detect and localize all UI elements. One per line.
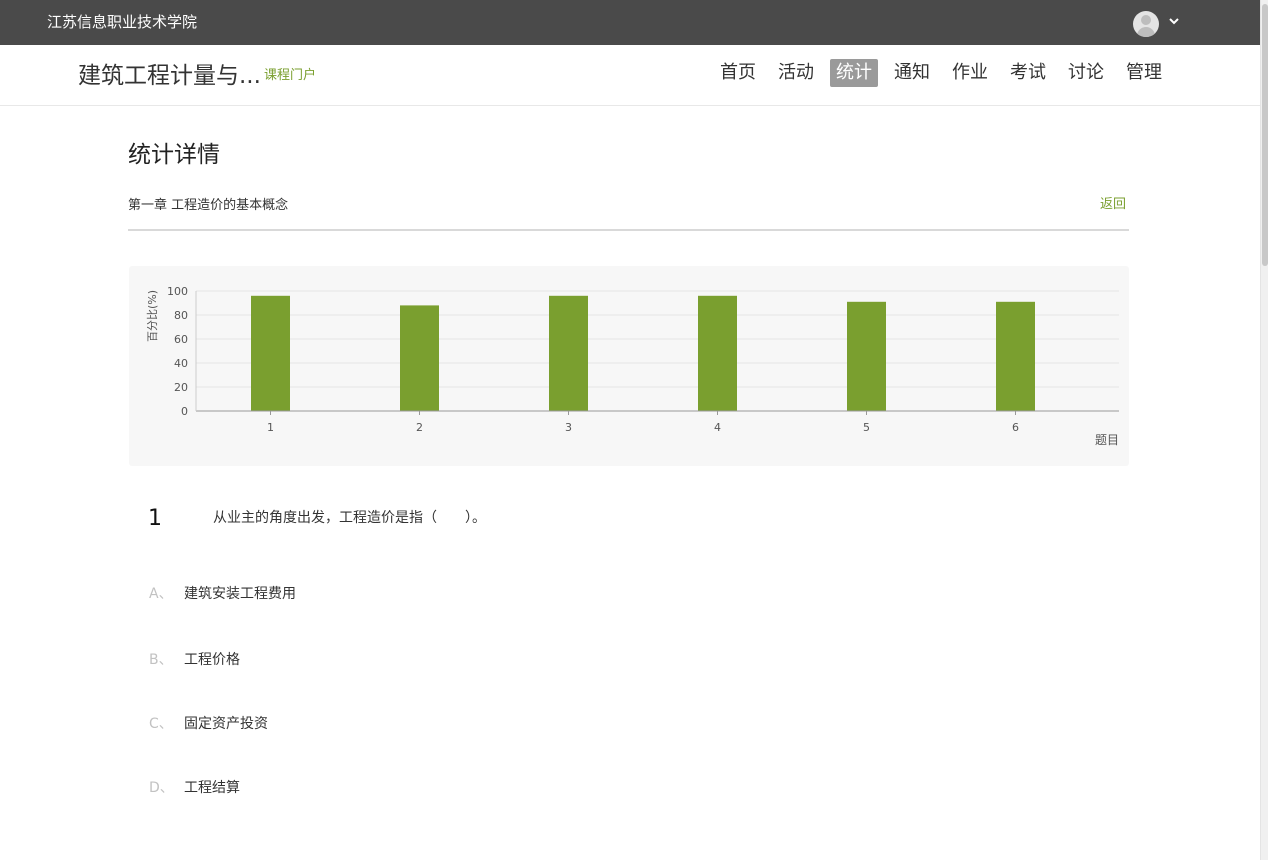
bar-question-3[interactable] [549, 295, 588, 411]
nav-item-homework[interactable]: 作业 [946, 59, 994, 87]
nav-item-home[interactable]: 首页 [714, 59, 762, 87]
option-letter: C、 [149, 716, 173, 732]
option-d[interactable]: D、 工程结算 [149, 778, 240, 798]
top-bar: 江苏信息职业技术学院 [0, 0, 1260, 45]
question-text: 从业主的角度出发，工程造价是指（ ）。 [213, 510, 486, 526]
statistics-chart: 0 20 40 60 80 100 1 2 3 4 5 6 百分比(%) 题目 [129, 266, 1129, 466]
course-title[interactable]: 建筑工程计量与... [78, 61, 261, 91]
option-letter: B、 [149, 652, 173, 668]
x-tick-label: 6 [1012, 421, 1019, 434]
x-tick-label: 4 [714, 421, 721, 434]
option-c[interactable]: C、 固定资产投资 [149, 714, 268, 734]
y-tick-label: 80 [174, 309, 188, 322]
y-tick-label: 100 [167, 285, 188, 298]
nav-item-activity[interactable]: 活动 [772, 59, 820, 87]
nav-item-discussion[interactable]: 讨论 [1062, 59, 1110, 87]
course-header: 建筑工程计量与... 课程门户 首页 活动 统计 通知 作业 考试 讨论 管理 [0, 45, 1260, 106]
option-text: 工程价格 [184, 652, 240, 668]
scrollbar-thumb[interactable] [1262, 4, 1268, 266]
chevron-down-icon[interactable] [1167, 14, 1181, 28]
chart-grid [196, 290, 1119, 388]
avatar-body [1137, 27, 1155, 37]
nav-item-notice[interactable]: 通知 [888, 59, 936, 87]
option-text: 固定资产投资 [184, 716, 268, 732]
main-nav: 首页 活动 统计 通知 作业 考试 讨论 管理 [714, 59, 1168, 87]
nav-item-statistics[interactable]: 统计 [830, 59, 878, 87]
back-link[interactable]: 返回 [1100, 196, 1126, 214]
bar-question-5[interactable] [847, 301, 886, 411]
x-tick-label: 5 [863, 421, 870, 434]
question-number: 1 [148, 506, 162, 531]
x-tick-label: 2 [416, 421, 423, 434]
divider [128, 229, 1129, 231]
option-a[interactable]: A、 建筑安装工程费用 [149, 584, 296, 604]
nav-item-manage[interactable]: 管理 [1120, 59, 1168, 87]
user-avatar-icon[interactable] [1133, 11, 1159, 37]
option-letter: A、 [149, 586, 173, 602]
option-text: 建筑安装工程费用 [184, 586, 296, 602]
chart-axes [195, 291, 1119, 412]
avatar-head [1141, 15, 1151, 25]
y-tick-label: 40 [174, 357, 188, 370]
bar-question-2[interactable] [400, 305, 439, 411]
y-tick-label: 0 [181, 405, 188, 418]
chart-bars [251, 295, 1035, 411]
chart-svg: 0 20 40 60 80 100 1 2 3 4 5 6 百分比(%) 题目 [146, 285, 1119, 447]
option-letter: D、 [149, 780, 174, 796]
course-portal-link[interactable]: 课程门户 [264, 67, 316, 85]
bar-question-6[interactable] [996, 301, 1035, 411]
x-axis-label: 题目 [1095, 433, 1119, 447]
option-text: 工程结算 [184, 780, 240, 796]
nav-item-exam[interactable]: 考试 [1004, 59, 1052, 87]
school-name[interactable]: 江苏信息职业技术学院 [47, 12, 197, 32]
bar-question-1[interactable] [251, 295, 290, 411]
page-scrollbar[interactable] [1260, 0, 1268, 860]
y-axis-label: 百分比(%) [146, 290, 159, 342]
x-tick-label: 1 [267, 421, 274, 434]
chart-tick-labels: 0 20 40 60 80 100 1 2 3 4 5 6 [167, 285, 1019, 434]
bar-question-4[interactable] [698, 295, 737, 411]
chapter-title: 第一章 工程造价的基本概念 [128, 198, 289, 213]
y-tick-label: 20 [174, 381, 188, 394]
y-tick-label: 60 [174, 333, 188, 346]
page-title: 统计详情 [128, 142, 220, 168]
option-b[interactable]: B、 工程价格 [149, 650, 240, 670]
x-tick-label: 3 [565, 421, 572, 434]
